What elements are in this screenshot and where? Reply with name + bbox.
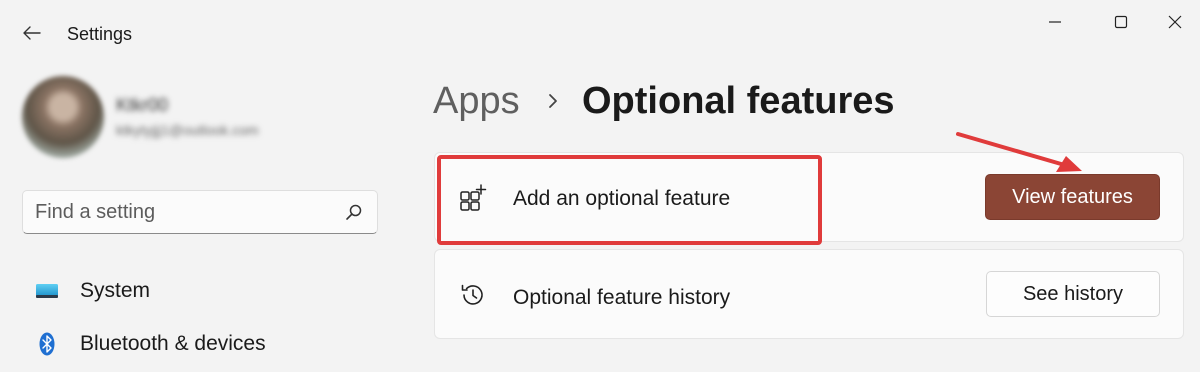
feature-history-label: Optional feature history xyxy=(513,286,731,309)
maximize-button[interactable] xyxy=(1098,8,1144,36)
breadcrumb-apps[interactable]: Apps xyxy=(433,80,520,123)
back-button[interactable] xyxy=(14,18,50,48)
sidebar-item-system[interactable]: System xyxy=(22,268,378,314)
add-app-icon xyxy=(460,184,487,211)
back-arrow-icon xyxy=(23,26,41,40)
sidebar-item-label: Bluetooth & devices xyxy=(80,332,266,355)
user-name: Ktkr00 xyxy=(116,95,169,115)
chevron-right-icon xyxy=(549,94,557,108)
add-feature-label: Add an optional feature xyxy=(513,187,731,210)
minimize-button[interactable] xyxy=(1032,8,1078,36)
avatar[interactable] xyxy=(22,76,104,158)
minimize-icon xyxy=(1049,21,1061,23)
close-button[interactable] xyxy=(1152,8,1198,36)
user-email: ktkytyjjj1@outlook.com xyxy=(116,122,259,138)
history-icon xyxy=(461,284,483,305)
monitor-icon xyxy=(34,278,60,304)
maximize-icon xyxy=(1114,15,1128,29)
see-history-button[interactable]: See history xyxy=(986,271,1160,317)
search-icon[interactable] xyxy=(345,203,363,221)
app-title: Settings xyxy=(67,24,133,44)
search-input[interactable] xyxy=(35,191,335,233)
sidebar-item-bluetooth[interactable]: Bluetooth & devices xyxy=(22,321,378,367)
view-features-button[interactable]: View features xyxy=(985,174,1160,220)
search-box[interactable] xyxy=(22,190,378,234)
sidebar-item-label: System xyxy=(80,279,151,302)
close-icon xyxy=(1168,15,1182,29)
page-title: Optional features xyxy=(582,80,895,122)
bluetooth-icon xyxy=(34,331,60,357)
